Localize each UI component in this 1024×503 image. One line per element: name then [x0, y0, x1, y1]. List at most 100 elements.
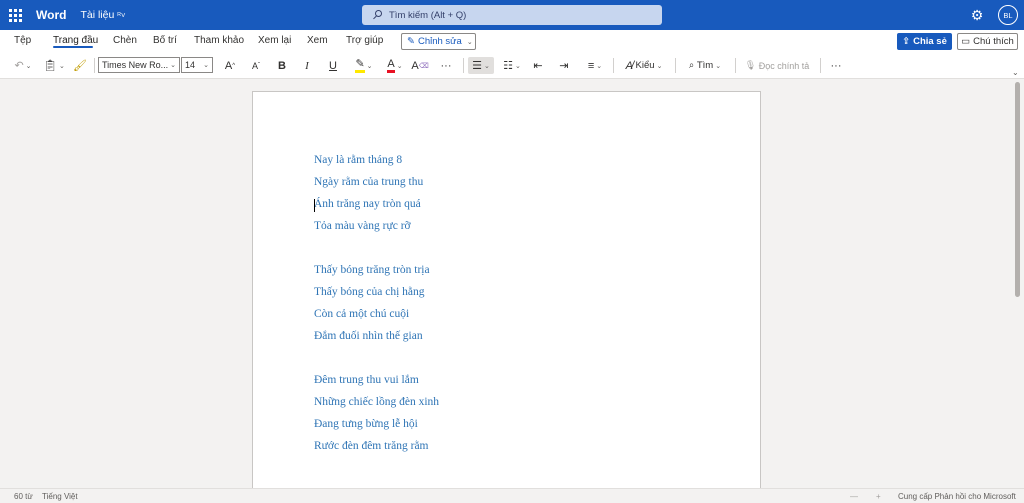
font-name-select[interactable]: Times New Ro... ⌄: [98, 57, 180, 73]
alignment-button[interactable]: ≡ ⌄: [582, 57, 608, 74]
share-icon: ⇪: [902, 36, 911, 47]
comments-label: Chú thích: [973, 36, 1014, 47]
clear-formatting-button[interactable]: A ⌫: [411, 57, 428, 74]
search-icon: [372, 9, 383, 21]
italic-button[interactable]: I: [299, 57, 315, 74]
tab-help[interactable]: Trợ giúp: [346, 35, 383, 46]
collapse-ribbon-chevron-icon[interactable]: ⌄: [1012, 68, 1019, 77]
document-line[interactable]: Đêm trung thu vui lắm: [314, 374, 419, 386]
dictate-button[interactable]: 🎙︎ Đọc chính tả: [741, 57, 813, 74]
zoom-out-button[interactable]: —: [850, 492, 858, 501]
increase-indent-button[interactable]: ⇥: [556, 57, 572, 74]
grow-font-button[interactable]: A ^: [222, 57, 238, 74]
format-painter-button[interactable]: 🖌︎: [72, 57, 88, 74]
more-options-button[interactable]: ···: [827, 57, 845, 74]
document-line[interactable]: Tỏa màu vàng rực rỡ: [314, 220, 411, 232]
paintbrush-icon: 🖌︎: [73, 60, 87, 72]
font-color-button[interactable]: A ⌄: [382, 57, 408, 74]
highlight-button[interactable]: ✎ ⌄: [351, 57, 377, 74]
chevron-down-icon: ⌄: [366, 62, 373, 70]
active-tab-indicator: [53, 46, 93, 48]
zoom-in-button[interactable]: +: [876, 492, 881, 501]
find-button[interactable]: ⌕ Tìm ⌄: [681, 57, 729, 74]
search-placeholder: Tìm kiếm (Alt + Q): [389, 9, 467, 21]
styles-button[interactable]: A̸ Kiểu ⌄: [619, 57, 669, 74]
divider: [463, 58, 464, 73]
tab-layout[interactable]: Bố trí: [153, 35, 177, 46]
search-icon: ⌕: [688, 60, 695, 71]
font-size-select[interactable]: 14 ⌄: [181, 57, 213, 73]
underline-button[interactable]: U: [325, 57, 341, 74]
share-label: Chia sẻ: [913, 36, 947, 47]
chevron-down-icon: ⌄: [484, 62, 490, 70]
chevron-down-icon: ⌄: [170, 62, 176, 69]
underline-icon: U: [329, 59, 337, 72]
tab-insert[interactable]: Chèn: [113, 35, 137, 46]
clipboard-icon: 📋︎: [43, 60, 58, 72]
find-label: Tìm: [696, 60, 714, 71]
decrease-indent-icon: ⇤: [533, 60, 543, 72]
word-count[interactable]: 60 từ: [14, 492, 33, 501]
document-line[interactable]: Còn cả một chú cuội: [314, 308, 409, 320]
document-line[interactable]: Thấy bóng của chị hằng: [314, 286, 425, 298]
decrease-indent-button[interactable]: ⇤: [530, 57, 546, 74]
tab-home[interactable]: Trang đầu: [53, 35, 98, 46]
font-color-icon: A: [387, 58, 395, 73]
chevron-down-icon: ⌄: [59, 62, 65, 70]
share-button[interactable]: ⇪ Chia sẻ: [897, 33, 952, 50]
chevron-down-icon: ⌄: [656, 62, 663, 70]
numbered-list-icon: ☷: [503, 60, 513, 72]
document-line[interactable]: Ánh trăng nay tròn quá: [314, 198, 421, 210]
document-line[interactable]: Rước đèn đêm trăng rằm: [314, 440, 429, 452]
chevron-down-icon: ⌄: [466, 38, 473, 46]
clear-formatting-icon: A: [411, 59, 419, 72]
feedback-link[interactable]: Cung cấp Phản hồi cho Microsoft: [898, 492, 1016, 501]
document-name-label: Tài liệu: [80, 9, 115, 21]
paste-button[interactable]: 📋︎ ⌄: [41, 57, 67, 74]
app-launcher-button[interactable]: [0, 0, 30, 30]
editing-mode-button[interactable]: ✎ Chỉnh sửa ⌄: [401, 33, 476, 50]
document-page[interactable]: Nay là rằm tháng 8 Ngày rằm của trung th…: [252, 91, 761, 488]
chevron-down-icon: ⌄: [596, 62, 603, 70]
bold-button[interactable]: B: [274, 57, 290, 74]
avatar[interactable]: BL: [998, 5, 1018, 25]
chevron-down-icon: ⌄: [25, 62, 32, 70]
bullet-list-icon: ☰: [472, 60, 482, 72]
search-box[interactable]: Tìm kiếm (Alt + Q): [362, 5, 662, 25]
more-font-options-button[interactable]: ···: [437, 57, 455, 74]
waffle-icon: [8, 8, 22, 22]
shrink-font-button[interactable]: Aˇ: [248, 57, 264, 74]
document-menu-chevron-icon: ᴿ˅: [117, 10, 126, 20]
tab-review[interactable]: Xem lại: [258, 35, 291, 46]
vertical-scrollbar[interactable]: [1015, 82, 1020, 297]
text-cursor: [314, 199, 315, 212]
tab-file[interactable]: Tệp: [14, 35, 31, 46]
language-indicator[interactable]: Tiếng Việt: [42, 492, 78, 501]
document-line[interactable]: Ngày rằm của trung thu: [314, 176, 423, 188]
comments-button[interactable]: ▭ Chú thích: [957, 33, 1018, 50]
align-center-icon: ≡: [587, 59, 595, 72]
comment-icon: ▭: [961, 36, 971, 47]
document-line[interactable]: Những chiếc lồng đèn xinh: [314, 396, 439, 408]
divider: [94, 58, 95, 73]
gear-icon[interactable]: ⚙: [968, 6, 986, 24]
tab-view[interactable]: Xem: [307, 35, 328, 46]
undo-button[interactable]: ↶ ⌄: [10, 57, 36, 74]
microphone-icon: 🎙︎: [744, 60, 757, 70]
document-line[interactable]: Đắm đuối nhìn thế gian: [314, 330, 423, 342]
numbering-button[interactable]: ☷ ⌄: [499, 57, 525, 74]
document-name[interactable]: Tài liệu ᴿ˅: [80, 9, 125, 21]
app-name[interactable]: Word: [36, 8, 66, 22]
highlighter-icon: ✎: [355, 58, 365, 73]
bullets-button[interactable]: ☰ ⌄: [468, 57, 494, 74]
tab-references[interactable]: Tham khảo: [194, 35, 244, 46]
document-canvas[interactable]: Nay là rằm tháng 8 Ngày rằm của trung th…: [0, 80, 1024, 488]
styles-label: Kiểu: [635, 60, 655, 71]
divider: [820, 58, 821, 73]
document-line[interactable]: Nay là rằm tháng 8: [314, 154, 402, 166]
document-line[interactable]: Đang tưng bừng lễ hội: [314, 418, 418, 430]
font-name-value: Times New Ro...: [102, 60, 169, 70]
more-icon: ···: [440, 59, 452, 72]
font-size-value: 14: [185, 60, 196, 70]
document-line[interactable]: Thấy bóng trăng tròn trịa: [314, 264, 430, 276]
